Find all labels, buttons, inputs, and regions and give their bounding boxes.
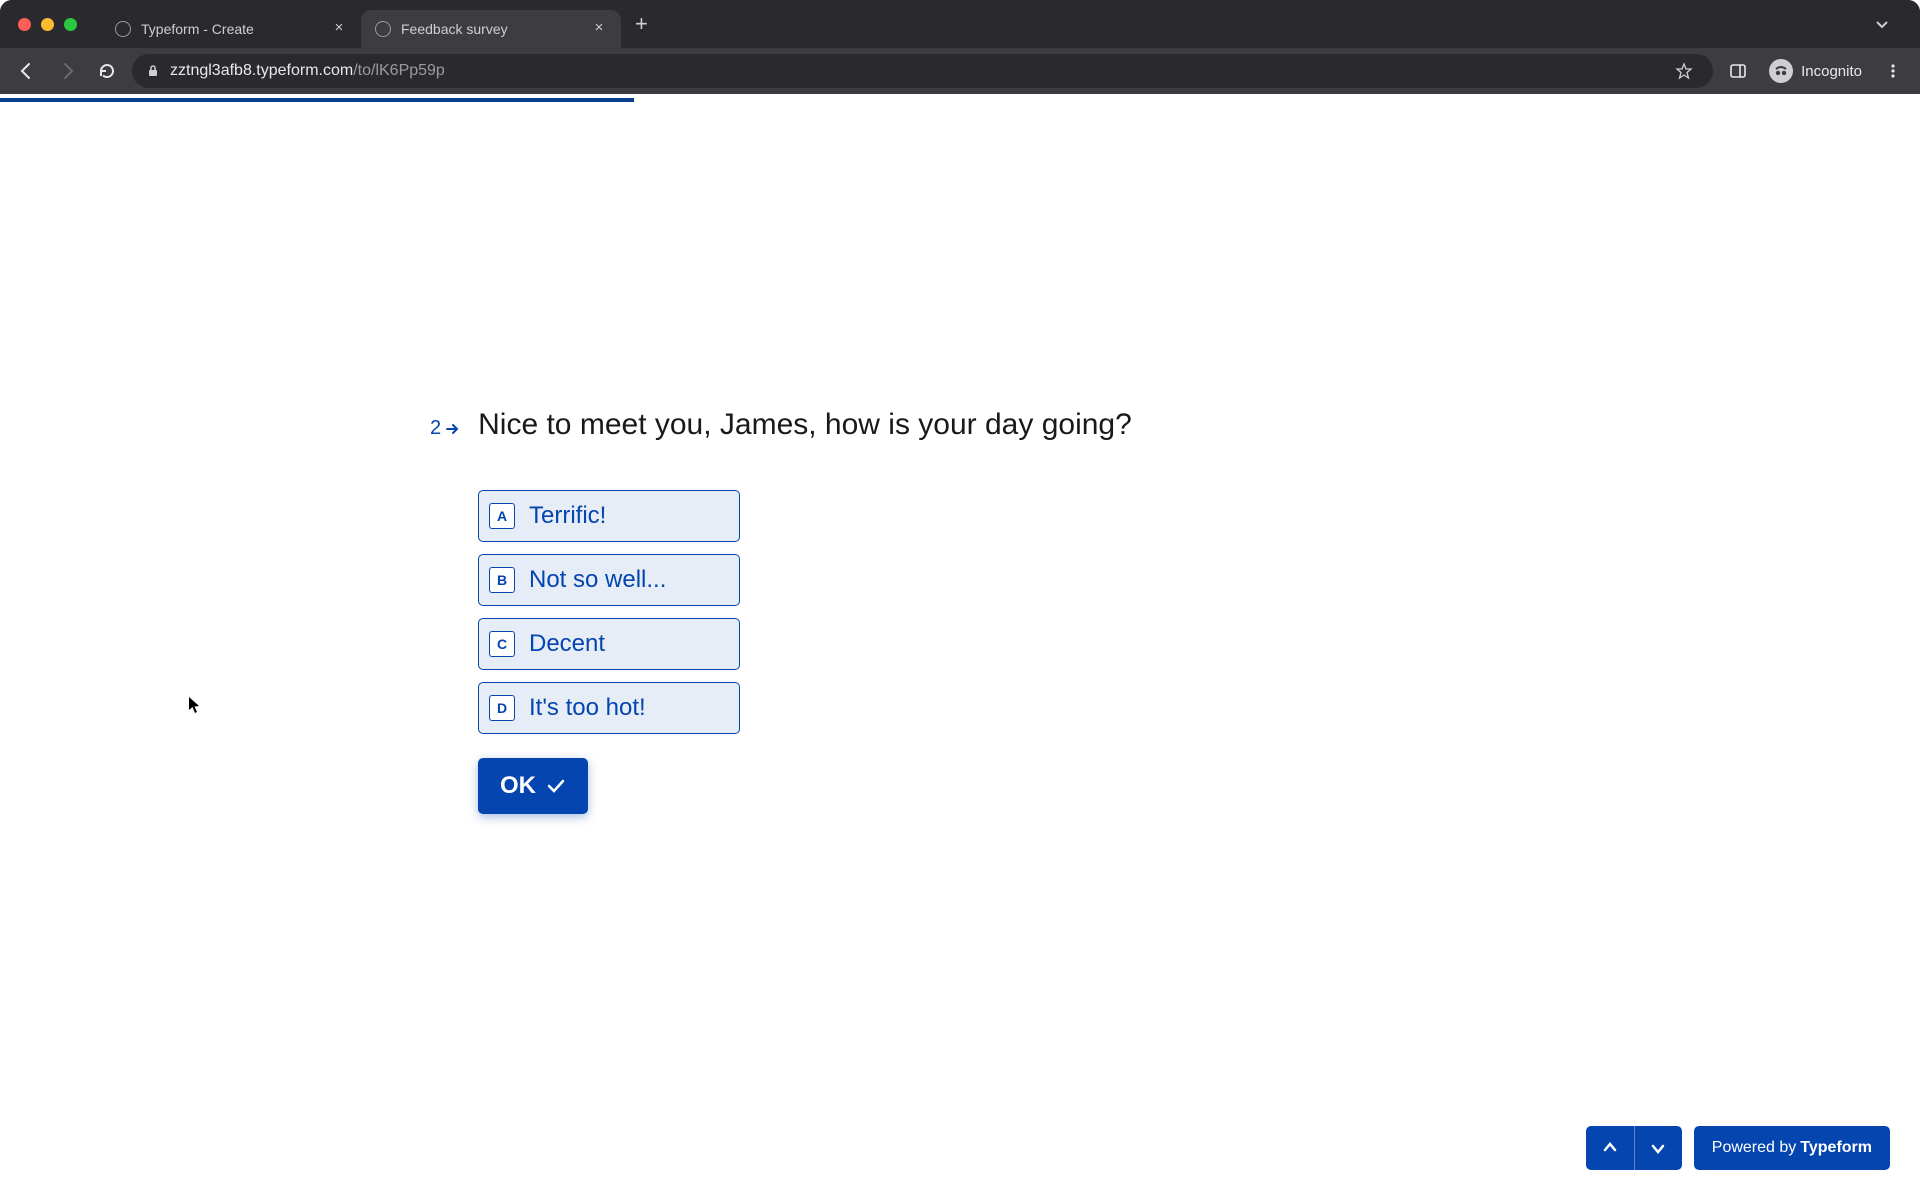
question-row: 2 Nice to meet you, James, how is your d…: [430, 408, 1330, 442]
reload-button[interactable]: [92, 56, 122, 86]
powered-brand: Typeform: [1800, 1139, 1872, 1157]
choice-a[interactable]: A Terrific!: [478, 490, 740, 542]
progress-fill: [0, 98, 634, 102]
choice-d[interactable]: D It's too hot!: [478, 682, 740, 734]
prev-question-button[interactable]: [1586, 1126, 1634, 1170]
incognito-indicator[interactable]: Incognito: [1763, 59, 1868, 83]
ok-label: OK: [500, 772, 536, 800]
nav-pair: [1586, 1126, 1682, 1170]
address-bar[interactable]: zztngl3afb8.typeform.com/to/lK6Pp59p: [132, 54, 1713, 88]
tab-typeform-create[interactable]: Typeform - Create ×: [101, 10, 361, 48]
question-number-value: 2: [430, 417, 441, 440]
tabs-overflow-button[interactable]: [1862, 16, 1902, 32]
cursor-icon: [188, 696, 200, 714]
page-content: 2 Nice to meet you, James, how is your d…: [0, 98, 1920, 1200]
question-number: 2: [430, 417, 460, 440]
new-tab-button[interactable]: +: [621, 11, 662, 37]
window-close-button[interactable]: [18, 18, 31, 31]
close-tab-icon[interactable]: ×: [591, 21, 607, 37]
choice-label: Decent: [529, 630, 605, 658]
ok-row: OK: [478, 758, 1330, 814]
ok-button[interactable]: OK: [478, 758, 588, 814]
window-minimize-button[interactable]: [41, 18, 54, 31]
url-text: zztngl3afb8.typeform.com/to/lK6Pp59p: [170, 62, 1659, 80]
choice-label: Terrific!: [529, 502, 606, 530]
tab-strip: Typeform - Create × Feedback survey × +: [101, 0, 1854, 48]
check-icon: [546, 778, 566, 794]
toolbar: zztngl3afb8.typeform.com/to/lK6Pp59p Inc…: [0, 48, 1920, 94]
choice-key: B: [489, 567, 515, 593]
forward-button[interactable]: [52, 56, 82, 86]
choice-key: A: [489, 503, 515, 529]
back-button[interactable]: [12, 56, 42, 86]
footer-nav: Powered by Typeform: [1586, 1126, 1890, 1170]
choice-key: D: [489, 695, 515, 721]
choice-label: It's too hot!: [529, 694, 646, 722]
favicon-icon: [115, 21, 131, 37]
form-question-block: 2 Nice to meet you, James, how is your d…: [430, 408, 1330, 814]
window-maximize-button[interactable]: [64, 18, 77, 31]
bookmark-icon[interactable]: [1669, 56, 1699, 86]
url-domain: zztngl3afb8.typeform.com: [170, 62, 353, 79]
choice-list: A Terrific! B Not so well... C Decent D …: [478, 490, 1330, 734]
titlebar: Typeform - Create × Feedback survey × +: [0, 0, 1920, 48]
next-question-button[interactable]: [1634, 1126, 1682, 1170]
tab-feedback-survey[interactable]: Feedback survey ×: [361, 10, 621, 48]
question-text: Nice to meet you, James, how is your day…: [478, 408, 1132, 442]
choice-label: Not so well...: [529, 566, 666, 594]
choice-c[interactable]: C Decent: [478, 618, 740, 670]
powered-by-typeform-link[interactable]: Powered by Typeform: [1694, 1126, 1890, 1170]
url-path: /to/lK6Pp59p: [353, 62, 445, 79]
close-tab-icon[interactable]: ×: [331, 21, 347, 37]
side-panel-icon[interactable]: [1723, 56, 1753, 86]
choice-key: C: [489, 631, 515, 657]
menu-button[interactable]: [1878, 56, 1908, 86]
browser-chrome: Typeform - Create × Feedback survey × +: [0, 0, 1920, 94]
window-controls: [18, 18, 77, 31]
tab-title: Feedback survey: [401, 21, 581, 37]
tab-title: Typeform - Create: [141, 21, 321, 37]
arrow-right-icon: [446, 423, 460, 435]
progress-bar: [0, 98, 1920, 102]
favicon-icon: [375, 21, 391, 37]
choice-b[interactable]: B Not so well...: [478, 554, 740, 606]
incognito-icon: [1769, 59, 1793, 83]
lock-icon: [146, 64, 160, 78]
incognito-label: Incognito: [1801, 63, 1862, 80]
powered-prefix: Powered by: [1712, 1139, 1797, 1157]
